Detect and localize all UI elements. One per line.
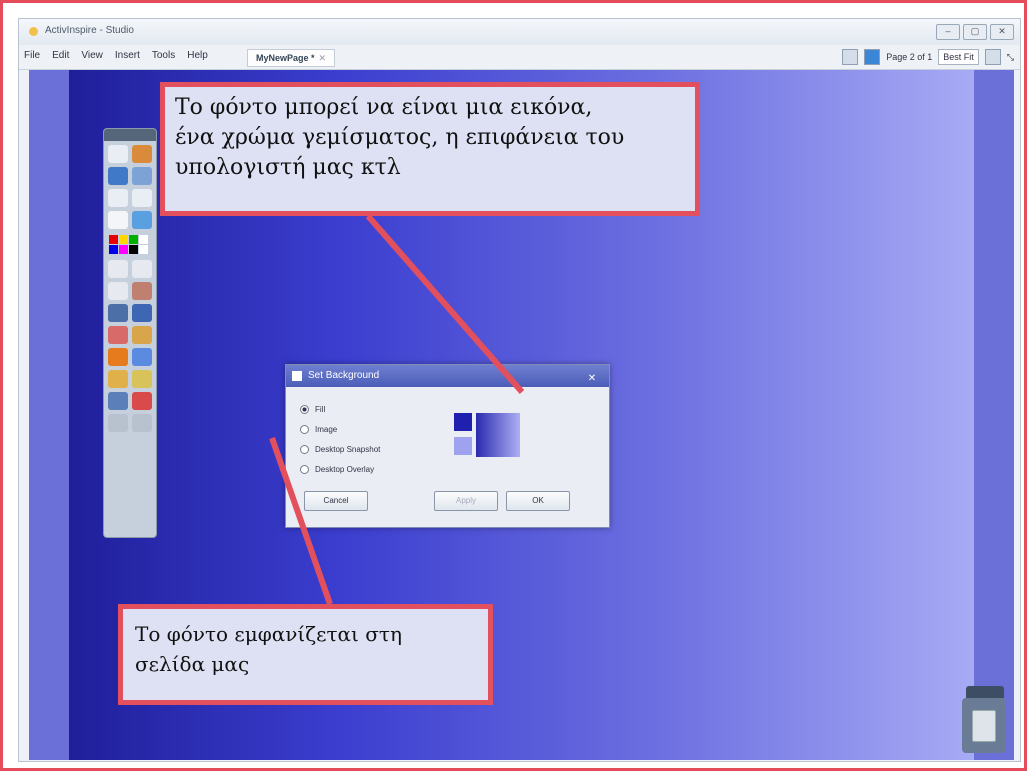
- toolbox-header[interactable]: [104, 129, 156, 141]
- dialog-icon: [292, 371, 302, 381]
- cancel-button[interactable]: Cancel: [304, 491, 368, 511]
- callout-top-line3: υπολογιστή μας κτλ: [175, 155, 401, 180]
- connector-icon[interactable]: [132, 348, 152, 366]
- fill-icon[interactable]: [132, 326, 152, 344]
- option-fill[interactable]: Fill: [300, 399, 380, 419]
- color-swatch[interactable]: [109, 245, 118, 254]
- radio-desktop-snapshot[interactable]: [300, 444, 309, 454]
- option-fill-label: Fill: [315, 404, 326, 414]
- width-slider-icon[interactable]: [132, 260, 152, 278]
- main-toolbox: [103, 128, 157, 538]
- toolbox-tools-bottom: [104, 256, 156, 436]
- ok-button[interactable]: OK: [506, 491, 570, 511]
- fullscreen-icon[interactable]: ⤡: [1007, 52, 1014, 63]
- option-image[interactable]: Image: [300, 419, 380, 439]
- clock-icon[interactable]: [108, 211, 128, 229]
- background-options: Fill Image Desktop Snapshot Desktop Over…: [300, 399, 380, 479]
- color-swatch[interactable]: [109, 235, 118, 244]
- app-icon: [29, 27, 38, 36]
- eraser-icon[interactable]: [108, 326, 128, 344]
- maximize-button[interactable]: ▢: [963, 24, 987, 40]
- teacher-icon[interactable]: [108, 392, 128, 410]
- pen-color-icon[interactable]: [132, 211, 152, 229]
- option-desktop-snapshot-label: Desktop Snapshot: [315, 444, 381, 454]
- callout-top: Το φόντο μπορεί να είναι μια εικόνα, ένα…: [160, 82, 700, 216]
- set-background-dialog: Set Background ✕ Fill Image Desktop Snap…: [285, 364, 610, 528]
- tab-mynewpage[interactable]: MyNewPage * ✕: [247, 49, 336, 67]
- menu-view[interactable]: View: [80, 50, 104, 61]
- option-desktop-snapshot[interactable]: Desktop Snapshot: [300, 439, 380, 459]
- tab-label: MyNewPage *: [256, 53, 315, 63]
- annotate-icon[interactable]: [132, 167, 152, 185]
- menu-help[interactable]: Help: [186, 50, 209, 61]
- next-page-icon[interactable]: [132, 189, 152, 207]
- radio-fill[interactable]: [300, 404, 309, 414]
- text-icon[interactable]: [108, 370, 128, 388]
- close-button[interactable]: ✕: [990, 24, 1014, 40]
- color-swatch[interactable]: [129, 245, 138, 254]
- color-swatch[interactable]: [119, 245, 128, 254]
- color-swatch[interactable]: [129, 235, 138, 244]
- page-browser-icon[interactable]: [842, 49, 859, 65]
- dropdown-arrow-icon[interactable]: [984, 49, 1001, 65]
- zoom-select[interactable]: Best Fit: [938, 49, 979, 65]
- tab-close-icon[interactable]: ✕: [319, 53, 327, 63]
- window-title: ActivInspire - Studio: [45, 25, 134, 36]
- page-view-icon[interactable]: [864, 49, 881, 65]
- dialog-title: Set Background: [308, 370, 380, 381]
- menu-items: File Edit View Insert Tools Help: [23, 50, 209, 61]
- window-controls: – ▢ ✕: [936, 24, 1014, 40]
- title-bar: ActivInspire - Studio – ▢ ✕: [19, 19, 1020, 45]
- trash-header: [966, 686, 1004, 698]
- menu-file[interactable]: File: [23, 50, 41, 61]
- magic-ink-icon[interactable]: [132, 282, 152, 300]
- shape-icon[interactable]: [108, 348, 128, 366]
- menu-insert[interactable]: Insert: [114, 50, 141, 61]
- record-icon[interactable]: [132, 392, 152, 410]
- secondary-color-swatch[interactable]: [454, 437, 472, 455]
- option-desktop-overlay-label: Desktop Overlay: [315, 464, 375, 474]
- undo-icon[interactable]: [108, 414, 128, 432]
- dialog-title-bar: Set Background ✕: [286, 365, 609, 387]
- apply-button[interactable]: Apply: [434, 491, 498, 511]
- page-controls: Page 2 of 1 Best Fit ⤡: [842, 49, 1014, 65]
- minimize-button[interactable]: –: [936, 24, 960, 40]
- menu-bar: File Edit View Insert Tools Help MyNewPa…: [19, 45, 1020, 70]
- gradient-preview: [476, 413, 520, 457]
- main-menu-icon[interactable]: [108, 145, 128, 163]
- callout-bottom-line1: Το φόντο εμφανίζεται στη: [135, 622, 402, 646]
- radio-image[interactable]: [300, 424, 309, 434]
- callout-top-line1: Το φόντο μπορεί να είναι μια εικόνα,: [175, 95, 593, 120]
- trash-icon: [972, 709, 996, 742]
- trash-can[interactable]: [962, 698, 1006, 753]
- toolbox-tools-top: [104, 141, 156, 233]
- callout-bottom-line2: σελίδα μας: [135, 652, 250, 676]
- highlighter-icon[interactable]: [132, 304, 152, 322]
- pen-width-icon[interactable]: [108, 260, 128, 278]
- browser-icon[interactable]: [132, 145, 152, 163]
- color-swatch[interactable]: [139, 245, 148, 254]
- color-swatch[interactable]: [139, 235, 148, 244]
- option-image-label: Image: [315, 424, 338, 434]
- menu-tools[interactable]: Tools: [151, 50, 176, 61]
- radio-desktop-overlay[interactable]: [300, 464, 309, 474]
- pen-icon[interactable]: [108, 304, 128, 322]
- select-arrow-icon[interactable]: [108, 282, 128, 300]
- previous-page-icon[interactable]: [108, 189, 128, 207]
- color-swatch[interactable]: [119, 235, 128, 244]
- page-indicator: Page 2 of 1: [886, 52, 933, 62]
- dialog-close-icon[interactable]: ✕: [583, 368, 601, 384]
- primary-color-swatch[interactable]: [454, 413, 472, 431]
- resource-icon[interactable]: [132, 370, 152, 388]
- menu-edit[interactable]: Edit: [51, 50, 70, 61]
- redo-icon[interactable]: [132, 414, 152, 432]
- color-palette: [104, 233, 156, 256]
- callout-bottom: Το φόντο εμφανίζεται στη σελίδα μας: [118, 604, 493, 705]
- option-desktop-overlay[interactable]: Desktop Overlay: [300, 459, 380, 479]
- callout-top-line2: ένα χρώμα γεμίσματος, η επιφάνεια του: [175, 125, 625, 150]
- desktop-icon[interactable]: [108, 167, 128, 185]
